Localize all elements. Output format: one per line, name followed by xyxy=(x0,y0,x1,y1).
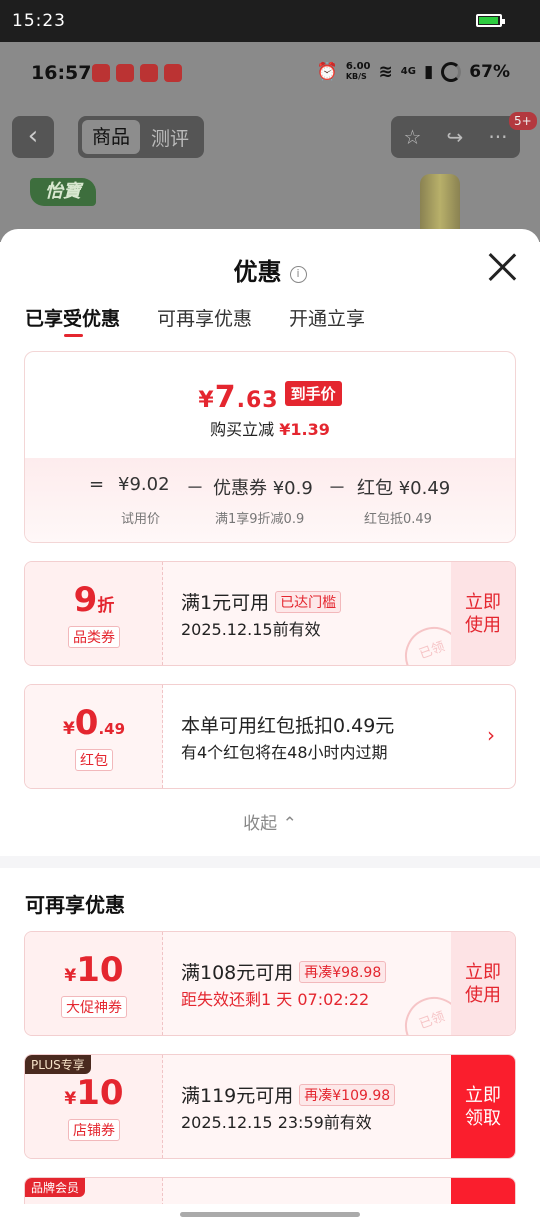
divider xyxy=(0,856,540,868)
coupon-card: ¥10 大促神券 满108元可用 再凑¥98.98 距失效还剩1 天 07:02:… xyxy=(24,931,516,1036)
redpack-type: 红包 xyxy=(75,749,113,771)
plus-exclusive-tag: PLUS专享 xyxy=(25,1055,91,1074)
network-type: 4G xyxy=(400,66,416,77)
message-badge: 5+ xyxy=(509,112,537,130)
info-icon[interactable]: i xyxy=(289,266,307,283)
system-time: 15:23 xyxy=(12,11,66,31)
more-icon[interactable]: ··· xyxy=(488,125,507,149)
coupon-label: 满1享9折减0.9 xyxy=(215,512,305,527)
wifi-icon: ≋ xyxy=(378,62,393,82)
redpack-title: 本单可用红包抵扣0.49元 xyxy=(181,715,395,737)
system-status-bar: 15:23 xyxy=(0,0,540,42)
signal-icon: ▮ xyxy=(423,62,434,82)
coupon-title: 满1元可用 已达门槛 xyxy=(181,588,342,615)
product-tab-switch: 商品 测评 xyxy=(78,116,204,158)
tab-more-available[interactable]: 可再享优惠 xyxy=(157,304,252,331)
coupon-expiry: 2025.12.15前有效 xyxy=(181,620,321,639)
notification-icons xyxy=(92,64,182,82)
tab-review[interactable]: 测评 xyxy=(140,124,200,151)
nav-actions: ☆ ↪ ··· xyxy=(391,116,520,158)
sheet-title: 优惠 i xyxy=(0,252,540,287)
use-now-button[interactable]: 立即 使用 xyxy=(451,562,515,665)
threshold-badge: 已达门槛 xyxy=(275,591,342,613)
chevron-right-icon[interactable]: › xyxy=(487,723,495,747)
coupon-card: ¥10 店铺券 PLUS专享 满119元可用 再凑¥109.98 2025.12.… xyxy=(24,1054,516,1159)
background-product-page: 16:57 ⏰ 6.00 KB/S ≋ 4G ▮ 67% ‹ 商品 测评 ☆ ↪ … xyxy=(0,42,540,244)
discount-tabs: 已享受优惠 可再享优惠 开通立享 xyxy=(25,304,365,337)
coupon-card: 9折 品类券 满1元可用 已达门槛 2025.12.15前有效 已领 立即 使用 xyxy=(24,561,516,666)
final-price: ¥7.63 到手价 xyxy=(25,380,515,415)
home-indicator[interactable] xyxy=(0,1204,540,1228)
coupon-type: 大促神券 xyxy=(61,996,127,1018)
tab-product[interactable]: 商品 xyxy=(82,120,140,154)
coupon-expiry: 2025.12.15 23:59前有效 xyxy=(181,1113,372,1132)
inner-time: 16:57 xyxy=(31,62,92,84)
redpack-part: 红包 ¥0.49 xyxy=(357,478,451,499)
brand-member-tag: 品牌会员 xyxy=(25,1178,86,1197)
price-summary: ¥7.63 到手价 购买立减 ¥1.39 = ¥9.02 － 优惠券 ¥0.9 －… xyxy=(24,351,516,543)
redpack-value: ¥0.49 红包 xyxy=(25,685,163,788)
coupon-title: 满119元可用 再凑¥109.98 xyxy=(181,1081,396,1108)
coupon-type: 店铺券 xyxy=(68,1119,120,1141)
inner-status-bar: 16:57 ⏰ 6.00 KB/S ≋ 4G ▮ 67% xyxy=(0,42,540,102)
net-speed: 6.00 KB/S xyxy=(345,61,371,82)
coupon-value: ¥10 大促神券 xyxy=(25,932,163,1035)
redpack-card[interactable]: ¥0.49 红包 本单可用红包抵扣0.49元 有4个红包将在48小时内过期 › xyxy=(24,684,516,789)
collapse-button[interactable]: 收起 ⌃ xyxy=(0,809,540,834)
coupon-title: 满108元可用 再凑¥98.98 xyxy=(181,958,387,985)
close-icon[interactable] xyxy=(486,251,518,283)
redpack-label: 红包抵0.49 xyxy=(364,512,432,527)
back-button[interactable]: ‹ xyxy=(12,116,54,158)
discount-sheet: 优惠 i 已享受优惠 可再享优惠 开通立享 ¥7.63 到手价 购买立减 ¥1.39… xyxy=(0,229,540,1228)
coupon-value: 9折 品类券 xyxy=(25,562,163,665)
redpack-note: 有4个红包将在48小时内过期 xyxy=(181,743,388,762)
gap-badge: 再凑¥109.98 xyxy=(299,1084,396,1106)
use-now-button[interactable]: 立即 使用 xyxy=(451,932,515,1035)
trial-price: ¥9.02 xyxy=(118,474,170,495)
coupon-part: 优惠券 ¥0.9 xyxy=(213,478,313,499)
claim-now-button[interactable]: 立即 领取 xyxy=(451,1055,515,1158)
battery-ring-icon xyxy=(441,62,462,82)
final-price-tag: 到手价 xyxy=(284,381,342,406)
coupon-type: 品类券 xyxy=(68,626,120,648)
battery-icon xyxy=(476,14,505,27)
reduce-line: 购买立减 ¥1.39 xyxy=(210,420,330,439)
countdown: 距失效还剩1 天 07:02:22 xyxy=(181,990,370,1009)
share-icon[interactable]: ↪ xyxy=(447,125,464,149)
section-title-more: 可再享优惠 xyxy=(25,893,125,917)
brand-logo: 怡寶 xyxy=(30,178,96,206)
gap-badge: 再凑¥98.98 xyxy=(299,961,387,983)
tab-open-enjoy[interactable]: 开通立享 xyxy=(289,304,365,331)
trial-price-label: 试用价 xyxy=(121,512,161,527)
battery-percent: 67% xyxy=(469,62,510,82)
product-nav: ‹ 商品 测评 ☆ ↪ ··· 5+ xyxy=(0,112,540,160)
tab-enjoyed[interactable]: 已享受优惠 xyxy=(25,304,120,337)
alarm-icon: ⏰ xyxy=(316,62,338,82)
star-icon[interactable]: ☆ xyxy=(404,125,422,149)
